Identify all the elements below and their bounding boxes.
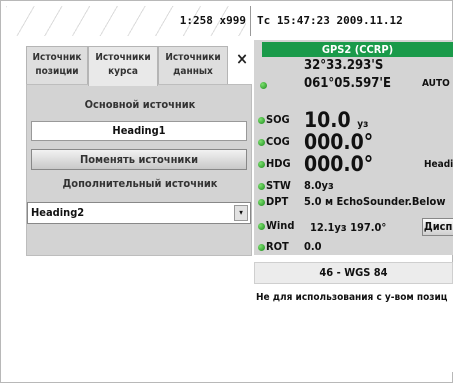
datum-warning: Не для использования с у-вом позиц [256,292,448,303]
latitude-readout: 32°33.293'S [304,58,384,73]
cog-label: COG [266,135,290,148]
stw-label: STW [266,179,291,192]
primary-source-label: Основной источник [84,98,196,111]
hdg-source: Headir [424,159,453,170]
hdg-value: 000.0° [304,152,374,176]
wind-value: 12.1уз 197.0° [310,221,387,234]
primary-source-field[interactable]: Heading1 [31,121,247,141]
stw-status-icon [258,183,265,190]
sog-label: SOG [266,113,290,126]
tab-data-sources[interactable]: Источники данных [158,46,228,84]
display-button[interactable]: Дисп. [422,218,453,236]
sog-status-icon [258,117,265,124]
tab-position-source[interactable]: Источник позиции [26,46,88,84]
secondary-source-label: Дополнительный источник [62,177,218,190]
position-status-icon [260,82,267,89]
hdg-label: HDG [266,157,291,170]
hdg-status-icon [258,161,265,168]
heading-source-form: Основной источник Heading1 Поменять исто… [26,84,252,256]
time-readout: Tc 15:47:23 2009.11.12 [257,14,403,27]
source-tabs: Источник позиции Источники курса Источники… [26,46,252,86]
tab-heading-sources[interactable]: Источники курса [88,46,158,86]
clock-bar: Tc 15:47:23 2009.11.12 [250,6,453,36]
wind-label: Wind [266,219,295,232]
longitude-readout: 061°05.597'E [304,76,391,91]
stw-value: 8.0уз [304,179,334,192]
scale-readout: 1:258 x999 [179,14,246,27]
tab-position-source-label: Источник позиции [32,52,82,77]
secondary-source-dropdown[interactable]: Heading2 ▾ [27,202,251,224]
dpt-value: 5.0 м EchoSounder.Below [304,195,446,208]
close-icon[interactable]: × [232,50,252,70]
datum-title: 46 - WGS 84 [254,262,453,284]
wind-status-icon [258,223,265,230]
navigation-data-panel: GPS2 (CCRP) 32°33.293'S 061°05.597'E AUT… [254,40,453,255]
tab-heading-sources-label: Источники курса [95,52,151,77]
secondary-source-value: Heading2 [31,206,85,219]
source-settings-panel: Источник позиции Источники курса Источники… [26,42,252,372]
rot-value: 0.0 [304,240,322,253]
datum-panel: 46 - WGS 84 Не для использования с у-вом… [254,262,453,372]
dpt-label: DPT [266,195,289,208]
swap-sources-button[interactable]: Поменять источники [31,149,247,170]
chevron-down-icon[interactable]: ▾ [234,205,248,221]
rot-status-icon [258,244,265,251]
position-source-header: GPS2 (CCRP) [262,42,453,57]
cog-value: 000.0° [304,130,374,154]
sog-value: 10.0 [304,108,351,132]
chart-scale-bar: 1:258 x999 [6,6,246,36]
sog-unit: уз [357,119,369,130]
tab-data-sources-label: Источники данных [165,52,221,77]
cog-status-icon [258,139,265,146]
position-mode: AUTO [422,78,450,89]
dpt-status-icon [258,199,265,206]
rot-label: ROT [266,240,289,253]
